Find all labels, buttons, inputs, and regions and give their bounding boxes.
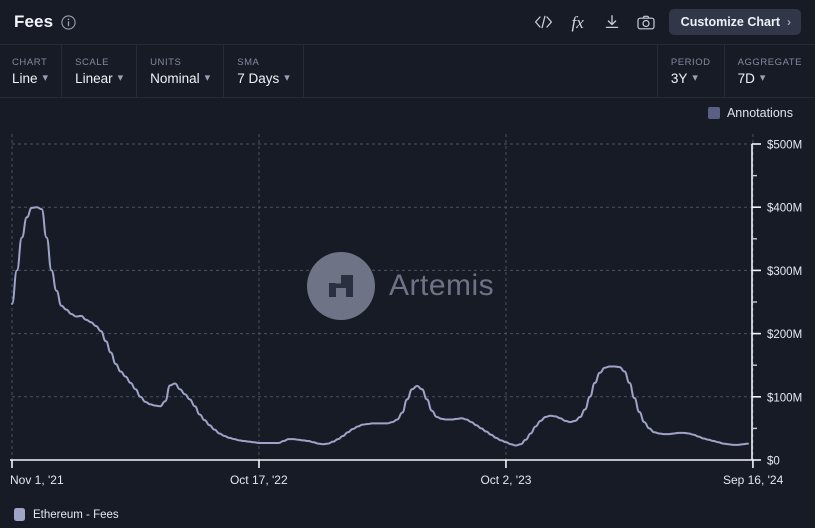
scale-label: SCALE: [75, 57, 123, 68]
fees-line-chart[interactable]: $0 $100M $200M $300M $400M $500M: [0, 130, 815, 475]
chart-type-value: Line: [12, 71, 38, 86]
scale-value: Linear: [75, 71, 113, 86]
chevron-down-icon: ▾: [284, 73, 290, 84]
period-control[interactable]: PERIOD 3Y ▾: [658, 45, 725, 97]
aggregate-value: 7D: [738, 71, 755, 86]
download-icon[interactable]: [595, 7, 629, 37]
header-actions: fx Customize Chart ›: [527, 7, 801, 37]
annotations-checkbox[interactable]: [708, 107, 720, 119]
chart-type-control[interactable]: CHART Line ▾: [0, 45, 62, 97]
chevron-down-icon: ▾: [205, 73, 211, 84]
period-value: 3Y: [671, 71, 688, 86]
info-icon[interactable]: [61, 15, 76, 30]
chevron-down-icon: ▾: [692, 73, 698, 84]
scale-control[interactable]: SCALE Linear ▾: [62, 45, 137, 97]
period-label: PERIOD: [671, 57, 711, 68]
x-axis-tick-label: Oct 17, '22: [230, 473, 288, 487]
controls-bar: CHART Line ▾ SCALE Linear ▾ UNITS Nomina…: [0, 45, 815, 98]
title-group: Fees: [14, 12, 76, 32]
chevron-down-icon: ▾: [43, 73, 49, 84]
annotations-label: Annotations: [727, 106, 793, 120]
svg-text:$400M: $400M: [767, 203, 802, 215]
chart-type-label: CHART: [12, 57, 48, 68]
code-brackets-icon[interactable]: [527, 7, 561, 37]
chart-header: Fees fx: [0, 0, 815, 45]
annotations-toggle[interactable]: Annotations: [708, 106, 793, 120]
customize-chart-label: Customize Chart: [681, 15, 780, 29]
fx-icon[interactable]: fx: [561, 7, 595, 37]
fx-glyph: fx: [572, 14, 584, 31]
svg-text:$0: $0: [767, 456, 780, 468]
units-value: Nominal: [150, 71, 200, 86]
x-axis-tick-label: Sep 16, '24: [723, 473, 783, 487]
chevron-down-icon: ▾: [118, 73, 124, 84]
x-axis-tick-label: Nov 1, '21: [10, 473, 64, 487]
sma-value: 7 Days: [237, 71, 279, 86]
sma-label: SMA: [237, 57, 290, 68]
chart-legend[interactable]: Ethereum - Fees: [14, 508, 119, 521]
aggregate-control[interactable]: AGGREGATE 7D ▾: [725, 45, 815, 97]
legend-label: Ethereum - Fees: [33, 509, 119, 521]
units-control[interactable]: UNITS Nominal ▾: [137, 45, 224, 97]
svg-text:$500M: $500M: [767, 140, 802, 152]
legend-swatch: [14, 508, 25, 521]
customize-chart-button[interactable]: Customize Chart ›: [669, 9, 801, 35]
svg-text:$200M: $200M: [767, 329, 802, 341]
chart-page: Fees fx: [0, 0, 815, 528]
page-title: Fees: [14, 12, 53, 32]
camera-icon[interactable]: [629, 7, 663, 37]
units-label: UNITS: [150, 57, 210, 68]
sma-control[interactable]: SMA 7 Days ▾: [224, 45, 304, 97]
x-axis-tick-label: Oct 2, '23: [480, 473, 531, 487]
svg-text:$300M: $300M: [767, 266, 802, 278]
chevron-down-icon: ▾: [760, 73, 766, 84]
svg-text:$100M: $100M: [767, 392, 802, 404]
controls-spacer: [304, 45, 658, 97]
chevron-right-icon: ›: [787, 16, 791, 28]
aggregate-label: AGGREGATE: [738, 57, 802, 68]
chart-plot: $0 $100M $200M $300M $400M $500M: [0, 130, 815, 475]
x-axis-labels: Nov 1, '21 Oct 17, '22 Oct 2, '23 Sep 16, '…: [0, 473, 815, 495]
